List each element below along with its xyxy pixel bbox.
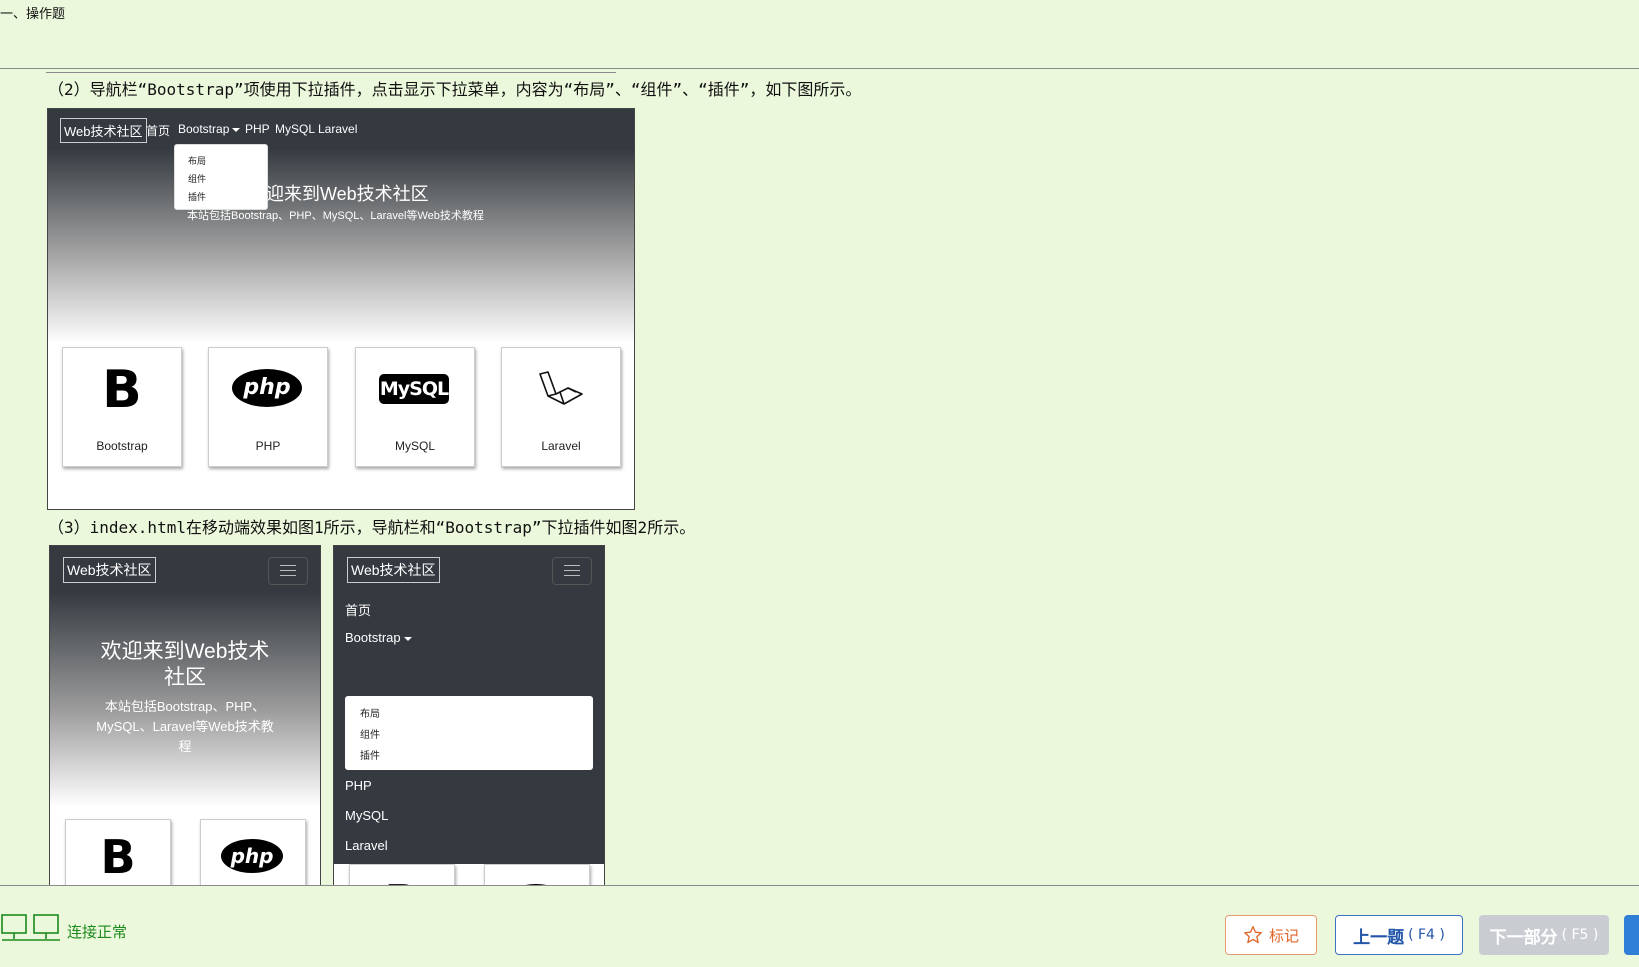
submit-button-partial[interactable]	[1624, 915, 1639, 955]
nav-item-php: PHP	[245, 122, 270, 136]
star-icon	[1243, 926, 1262, 944]
next-label: 下一部分	[1489, 927, 1558, 948]
prev-question-button[interactable]: 上一题 ( F4 )	[1335, 915, 1463, 955]
nav-item-bootstrap: Bootstrap	[345, 630, 412, 645]
dropdown-item: 布局	[188, 156, 207, 166]
nav-item-bootstrap: Bootstrap	[178, 122, 241, 136]
card-bootstrap: B Bootstrap	[62, 347, 182, 467]
collapsed-menu: 首页 Bootstrap 布局 组件 插件 PHP MySQL Laravel	[334, 592, 604, 864]
card-php: php	[200, 819, 306, 885]
mobile-screenshot-1: Web技术社区 欢迎来到Web技术 社区 本站包括Bootstrap、PHP、 …	[49, 545, 321, 885]
card-php: php PHP	[208, 347, 328, 467]
nav-item-mysql: MySQL	[345, 808, 389, 823]
hamburger-icon	[552, 557, 592, 585]
shortcut-key: ( F4 )	[1408, 927, 1445, 943]
dropdown-item: 布局	[360, 709, 380, 720]
nav-item-laravel: Laravel	[318, 122, 358, 136]
mysql-logo: MySQL	[379, 374, 449, 404]
laravel-icon	[539, 371, 583, 405]
divider	[0, 885, 1639, 886]
dropdown-menu: 布局 组件 插件	[174, 144, 268, 210]
card-php: php	[484, 864, 590, 885]
nav-item-label: Bootstrap	[178, 122, 230, 136]
php-logo: php	[221, 839, 283, 873]
hero-subtitle-line: 程	[178, 739, 192, 754]
navbar: Web技术社区	[334, 546, 604, 592]
navbar-brand: Web技术社区	[347, 557, 440, 583]
shortcut-key: ( F5 )	[1561, 927, 1599, 943]
bootstrap-logo: B	[350, 875, 454, 885]
caret-down-icon	[403, 636, 412, 641]
connection-text: 连接正常	[67, 923, 128, 941]
hero-banner: 迎来到Web技术社区 本站包括Bootstrap、PHP、MySQL、Larav…	[48, 149, 634, 344]
next-part-button[interactable]: 下一部分 ( F5 )	[1479, 915, 1609, 955]
caret-down-icon	[232, 127, 241, 132]
dropdown-item: 组件	[360, 730, 380, 741]
hamburger-icon	[268, 557, 308, 585]
question-2-text: （2）导航栏“Bootstrap”项使用下拉插件，点击显示下拉菜单，内容为“布局…	[48, 80, 862, 99]
divider	[46, 72, 616, 73]
nav-item-laravel: Laravel	[345, 838, 388, 853]
nav-item-home: 首页	[146, 124, 171, 138]
mark-label: 标记	[1268, 926, 1299, 945]
question-content[interactable]: （2）导航栏“Bootstrap”项使用下拉插件，点击显示下拉菜单，内容为“布局…	[0, 0, 1639, 885]
mobile-screenshot-2: Web技术社区 首页 Bootstrap 布局 组件 插件 PHP MySQL …	[333, 545, 605, 885]
nav-item-label: Bootstrap	[345, 630, 401, 645]
nav-item-mysql: MySQL	[275, 122, 316, 136]
nav-item-php: PHP	[345, 778, 372, 793]
php-logo: php	[232, 369, 302, 407]
card-bootstrap: B	[65, 819, 171, 885]
bootstrap-logo: B	[102, 360, 142, 420]
card-label: PHP	[255, 439, 281, 453]
hero-subtitle-line: MySQL、Laravel等Web技术教	[96, 719, 274, 734]
bootstrap-logo: B	[100, 830, 136, 884]
card-mysql: MySQL MySQL	[355, 347, 475, 467]
card-label: Laravel	[541, 439, 581, 453]
card-laravel: Laravel	[501, 347, 621, 467]
question-3-text: （3）index.html在移动端效果如图1所示，导航栏和“Bootstrap”…	[48, 518, 696, 537]
card-label: MySQL	[394, 439, 435, 453]
card-bootstrap: B	[349, 864, 455, 885]
dropdown-item: 插件	[188, 192, 207, 202]
hero-title: 迎来到Web技术社区	[266, 184, 429, 204]
dropdown-item: 组件	[188, 174, 207, 184]
hero-banner: 欢迎来到Web技术 社区 本站包括Bootstrap、PHP、 MySQL、La…	[50, 592, 320, 807]
hero-title-line: 社区	[164, 666, 206, 689]
dropdown-item: 插件	[360, 751, 380, 762]
navbar-brand: Web技术社区	[60, 118, 147, 143]
mark-button[interactable]: 标记	[1225, 915, 1317, 955]
dropdown-menu: 布局 组件 插件	[345, 696, 593, 770]
navbar: Web技术社区	[50, 546, 320, 592]
desktop-screenshot: Web技术社区 首页 Bootstrap PHP MySQL Laravel 迎…	[47, 108, 635, 510]
navbar-brand: Web技术社区	[63, 557, 156, 583]
network-icon	[1, 914, 60, 941]
prev-label: 上一题	[1353, 927, 1405, 948]
nav-item-home: 首页	[345, 603, 372, 618]
navbar: Web技术社区 首页 Bootstrap PHP MySQL Laravel	[48, 109, 634, 149]
card-label: Bootstrap	[96, 439, 148, 453]
hero-subtitle-line: 本站包括Bootstrap、PHP、	[104, 699, 266, 714]
